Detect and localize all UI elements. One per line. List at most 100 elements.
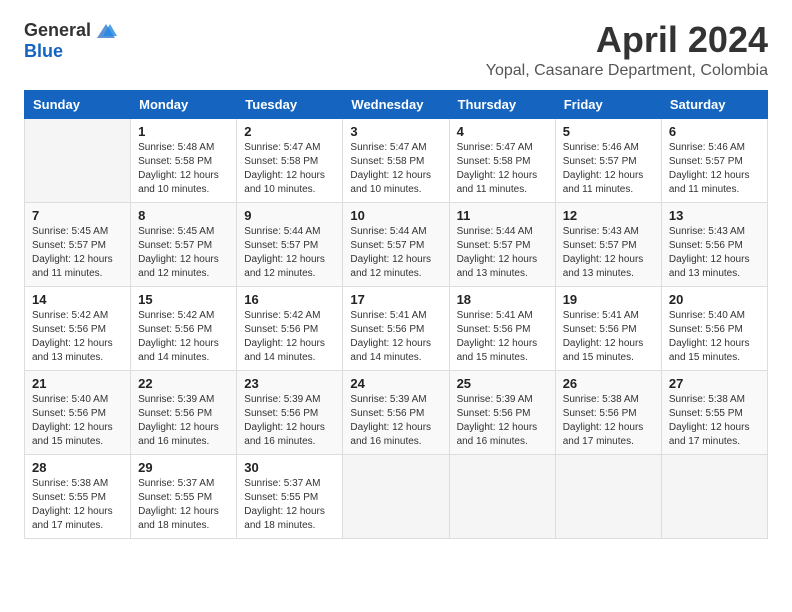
day-number: 8 bbox=[138, 208, 229, 223]
day-number: 15 bbox=[138, 292, 229, 307]
calendar-day-cell: 18 Sunrise: 5:41 AMSunset: 5:56 PMDayligh… bbox=[449, 286, 555, 370]
day-number: 18 bbox=[457, 292, 548, 307]
calendar-day-cell: 29 Sunrise: 5:37 AMSunset: 5:55 PMDayligh… bbox=[131, 454, 237, 538]
calendar-day-cell: 2 Sunrise: 5:47 AMSunset: 5:58 PMDaylight… bbox=[237, 118, 343, 202]
calendar-day-cell: 11 Sunrise: 5:44 AMSunset: 5:57 PMDayligh… bbox=[449, 202, 555, 286]
day-info: Sunrise: 5:44 AMSunset: 5:57 PMDaylight:… bbox=[244, 225, 335, 281]
day-number: 30 bbox=[244, 460, 335, 475]
calendar-day-cell bbox=[661, 454, 767, 538]
day-number: 29 bbox=[138, 460, 229, 475]
calendar-week-row: 1 Sunrise: 5:48 AMSunset: 5:58 PMDaylight… bbox=[25, 118, 768, 202]
calendar-day-cell: 19 Sunrise: 5:41 AMSunset: 5:56 PMDayligh… bbox=[555, 286, 661, 370]
day-info: Sunrise: 5:43 AMSunset: 5:57 PMDaylight:… bbox=[563, 225, 654, 281]
calendar-day-cell bbox=[449, 454, 555, 538]
calendar-day-cell: 22 Sunrise: 5:39 AMSunset: 5:56 PMDayligh… bbox=[131, 370, 237, 454]
day-number: 21 bbox=[32, 376, 123, 391]
location-title: Yopal, Casanare Department, Colombia bbox=[486, 62, 768, 80]
day-info: Sunrise: 5:47 AMSunset: 5:58 PMDaylight:… bbox=[350, 141, 441, 197]
day-info: Sunrise: 5:45 AMSunset: 5:57 PMDaylight:… bbox=[32, 225, 123, 281]
day-number: 23 bbox=[244, 376, 335, 391]
weekday-header-friday: Friday bbox=[555, 90, 661, 118]
calendar-week-row: 21 Sunrise: 5:40 AMSunset: 5:56 PMDayligh… bbox=[25, 370, 768, 454]
calendar-day-cell: 8 Sunrise: 5:45 AMSunset: 5:57 PMDaylight… bbox=[131, 202, 237, 286]
calendar-week-row: 14 Sunrise: 5:42 AMSunset: 5:56 PMDayligh… bbox=[25, 286, 768, 370]
calendar-day-cell bbox=[555, 454, 661, 538]
day-number: 14 bbox=[32, 292, 123, 307]
day-info: Sunrise: 5:40 AMSunset: 5:56 PMDaylight:… bbox=[32, 393, 123, 449]
calendar-day-cell bbox=[343, 454, 449, 538]
day-number: 24 bbox=[350, 376, 441, 391]
calendar-day-cell: 24 Sunrise: 5:39 AMSunset: 5:56 PMDayligh… bbox=[343, 370, 449, 454]
weekday-header-tuesday: Tuesday bbox=[237, 90, 343, 118]
day-info: Sunrise: 5:37 AMSunset: 5:55 PMDaylight:… bbox=[244, 477, 335, 533]
logo-icon bbox=[95, 22, 117, 40]
day-number: 11 bbox=[457, 208, 548, 223]
day-number: 2 bbox=[244, 124, 335, 139]
weekday-header-saturday: Saturday bbox=[661, 90, 767, 118]
day-info: Sunrise: 5:42 AMSunset: 5:56 PMDaylight:… bbox=[138, 309, 229, 365]
weekday-header-row: SundayMondayTuesdayWednesdayThursdayFrid… bbox=[25, 90, 768, 118]
day-number: 6 bbox=[669, 124, 760, 139]
day-info: Sunrise: 5:45 AMSunset: 5:57 PMDaylight:… bbox=[138, 225, 229, 281]
weekday-header-thursday: Thursday bbox=[449, 90, 555, 118]
day-number: 26 bbox=[563, 376, 654, 391]
day-info: Sunrise: 5:44 AMSunset: 5:57 PMDaylight:… bbox=[350, 225, 441, 281]
day-info: Sunrise: 5:41 AMSunset: 5:56 PMDaylight:… bbox=[563, 309, 654, 365]
day-info: Sunrise: 5:40 AMSunset: 5:56 PMDaylight:… bbox=[669, 309, 760, 365]
day-info: Sunrise: 5:37 AMSunset: 5:55 PMDaylight:… bbox=[138, 477, 229, 533]
day-info: Sunrise: 5:41 AMSunset: 5:56 PMDaylight:… bbox=[457, 309, 548, 365]
header: General Blue April 2024 Yopal, Casanare … bbox=[24, 20, 768, 80]
day-number: 4 bbox=[457, 124, 548, 139]
calendar-week-row: 28Sunrise: 5:38 AMSunset: 5:55 PMDayligh… bbox=[25, 454, 768, 538]
calendar-day-cell: 21 Sunrise: 5:40 AMSunset: 5:56 PMDayligh… bbox=[25, 370, 131, 454]
day-number: 17 bbox=[350, 292, 441, 307]
calendar-day-cell: 6Sunrise: 5:46 AMSunset: 5:57 PMDaylight… bbox=[661, 118, 767, 202]
calendar-day-cell: 14 Sunrise: 5:42 AMSunset: 5:56 PMDayligh… bbox=[25, 286, 131, 370]
calendar-day-cell: 9Sunrise: 5:44 AMSunset: 5:57 PMDaylight… bbox=[237, 202, 343, 286]
weekday-header-monday: Monday bbox=[131, 90, 237, 118]
calendar-day-cell: 12 Sunrise: 5:43 AMSunset: 5:57 PMDayligh… bbox=[555, 202, 661, 286]
month-title: April 2024 bbox=[486, 20, 768, 60]
day-info: Sunrise: 5:44 AMSunset: 5:57 PMDaylight:… bbox=[457, 225, 548, 281]
calendar-day-cell: 30 Sunrise: 5:37 AMSunset: 5:55 PMDayligh… bbox=[237, 454, 343, 538]
calendar-day-cell: 3 Sunrise: 5:47 AMSunset: 5:58 PMDaylight… bbox=[343, 118, 449, 202]
logo-blue-text: Blue bbox=[24, 41, 63, 62]
day-info: Sunrise: 5:39 AMSunset: 5:56 PMDaylight:… bbox=[138, 393, 229, 449]
weekday-header-sunday: Sunday bbox=[25, 90, 131, 118]
calendar-day-cell: 17Sunrise: 5:41 AMSunset: 5:56 PMDayligh… bbox=[343, 286, 449, 370]
day-number: 12 bbox=[563, 208, 654, 223]
day-info: Sunrise: 5:43 AMSunset: 5:56 PMDaylight:… bbox=[669, 225, 760, 281]
calendar-day-cell: 13 Sunrise: 5:43 AMSunset: 5:56 PMDayligh… bbox=[661, 202, 767, 286]
day-info: Sunrise: 5:47 AMSunset: 5:58 PMDaylight:… bbox=[457, 141, 548, 197]
day-number: 25 bbox=[457, 376, 548, 391]
calendar-day-cell bbox=[25, 118, 131, 202]
day-number: 20 bbox=[669, 292, 760, 307]
weekday-header-wednesday: Wednesday bbox=[343, 90, 449, 118]
calendar-day-cell: 7 Sunrise: 5:45 AMSunset: 5:57 PMDaylight… bbox=[25, 202, 131, 286]
day-number: 7 bbox=[32, 208, 123, 223]
day-number: 22 bbox=[138, 376, 229, 391]
calendar-day-cell: 4 Sunrise: 5:47 AMSunset: 5:58 PMDaylight… bbox=[449, 118, 555, 202]
day-info: Sunrise: 5:42 AMSunset: 5:56 PMDaylight:… bbox=[32, 309, 123, 365]
day-info: Sunrise: 5:42 AMSunset: 5:56 PMDaylight:… bbox=[244, 309, 335, 365]
day-info: Sunrise: 5:38 AMSunset: 5:56 PMDaylight:… bbox=[563, 393, 654, 449]
day-number: 19 bbox=[563, 292, 654, 307]
day-info: Sunrise: 5:39 AMSunset: 5:56 PMDaylight:… bbox=[350, 393, 441, 449]
day-info: Sunrise: 5:38 AMSunset: 5:55 PMDaylight:… bbox=[669, 393, 760, 449]
calendar-day-cell: 20 Sunrise: 5:40 AMSunset: 5:56 PMDayligh… bbox=[661, 286, 767, 370]
day-number: 27 bbox=[669, 376, 760, 391]
calendar-day-cell: 1 Sunrise: 5:48 AMSunset: 5:58 PMDaylight… bbox=[131, 118, 237, 202]
logo: General Blue bbox=[24, 20, 117, 62]
day-info: Sunrise: 5:38 AMSunset: 5:55 PMDaylight:… bbox=[32, 477, 123, 533]
day-info: Sunrise: 5:46 AMSunset: 5:57 PMDaylight:… bbox=[563, 141, 654, 197]
day-info: Sunrise: 5:39 AMSunset: 5:56 PMDaylight:… bbox=[457, 393, 548, 449]
day-number: 13 bbox=[669, 208, 760, 223]
calendar-day-cell: 26 Sunrise: 5:38 AMSunset: 5:56 PMDayligh… bbox=[555, 370, 661, 454]
day-number: 1 bbox=[138, 124, 229, 139]
day-info: Sunrise: 5:48 AMSunset: 5:58 PMDaylight:… bbox=[138, 141, 229, 197]
calendar-day-cell: 15 Sunrise: 5:42 AMSunset: 5:56 PMDayligh… bbox=[131, 286, 237, 370]
calendar-week-row: 7 Sunrise: 5:45 AMSunset: 5:57 PMDaylight… bbox=[25, 202, 768, 286]
day-info: Sunrise: 5:47 AMSunset: 5:58 PMDaylight:… bbox=[244, 141, 335, 197]
day-number: 3 bbox=[350, 124, 441, 139]
calendar-day-cell: 25 Sunrise: 5:39 AMSunset: 5:56 PMDayligh… bbox=[449, 370, 555, 454]
